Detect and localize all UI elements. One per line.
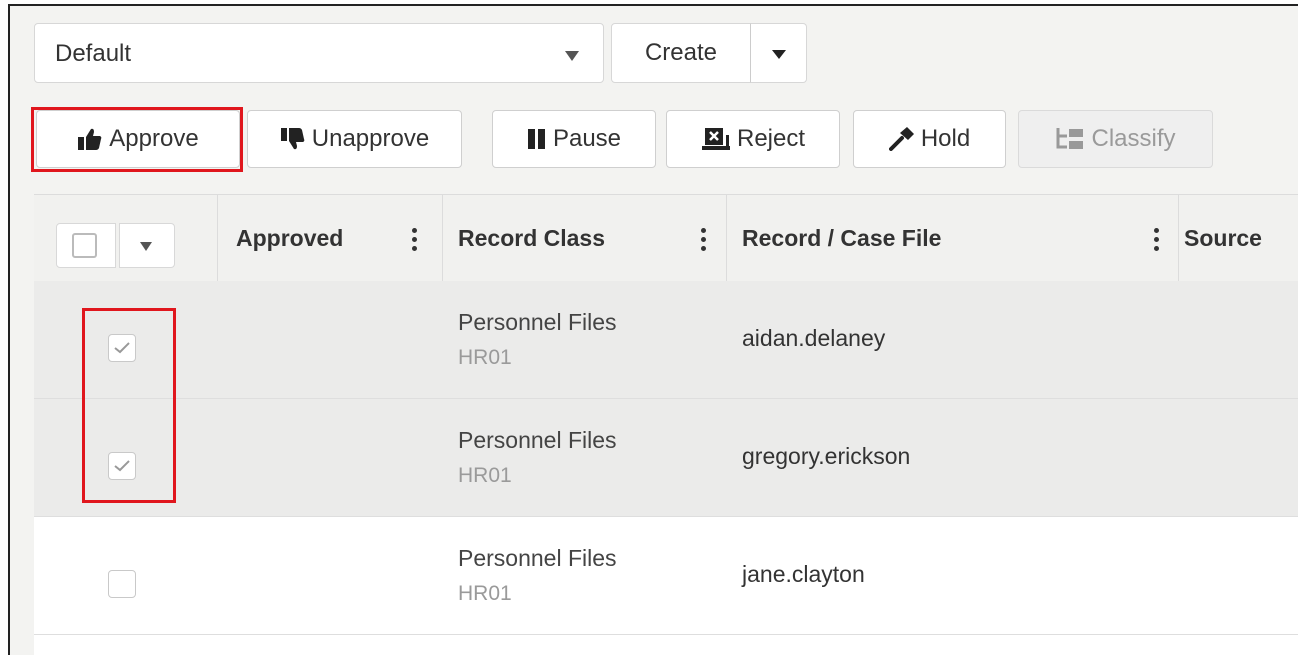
column-record-class-label: Record Class [458,224,606,251]
approve-highlight [31,107,243,172]
table-row[interactable]: Personnel Files HR01 gregory.erickson [34,399,1298,517]
record-class-code: HR01 [458,464,512,487]
gavel-icon [888,127,915,151]
records-panel: Default Create Approve Unapprove Pause R… [8,4,1298,655]
classify-label: Classify [1091,125,1176,152]
create-button[interactable]: Create [611,23,751,83]
view-select-value: Default [55,40,132,67]
caret-down-icon [140,242,152,251]
column-record-class[interactable]: Record Class [458,195,605,281]
thumbs-down-icon [280,127,306,151]
checkbox-square-icon [72,233,97,258]
selection-highlight [82,308,176,503]
column-source-label: Source [1184,224,1262,251]
record-class-code: HR01 [458,582,512,605]
create-dropdown-button[interactable] [750,23,807,83]
column-approved-label: Approved [236,224,344,251]
select-all-dropdown[interactable] [119,223,175,268]
record-name[interactable]: aidan.delaney [742,325,885,352]
pause-label: Pause [552,125,622,152]
column-divider [1178,195,1179,281]
row-checkbox[interactable] [108,570,136,598]
reject-button[interactable]: Reject [666,110,840,168]
hold-label: Hold [920,125,971,152]
column-menu-icon[interactable] [412,228,417,255]
reject-label: Reject [736,125,806,152]
column-approved[interactable]: Approved [236,195,343,281]
select-all-checkbox[interactable] [56,223,116,268]
tree-icon [1055,127,1085,151]
column-menu-icon[interactable] [701,228,706,255]
record-name[interactable]: jane.clayton [742,561,865,588]
caret-down-icon [565,51,579,61]
hold-button[interactable]: Hold [853,110,1006,168]
table-row [34,635,1298,655]
table-header: Approved Record Class Record / Case File… [34,194,1298,282]
record-class: Personnel Files [458,545,617,571]
column-divider [217,195,218,281]
caret-down-icon [772,50,786,59]
record-class: Personnel Files [458,309,617,335]
record-class: Personnel Files [458,427,617,453]
record-class-code: HR01 [458,346,512,369]
reject-box-icon [701,127,731,151]
pause-button[interactable]: Pause [492,110,656,168]
column-divider [442,195,443,281]
column-source[interactable]: Source [1184,195,1262,281]
record-name[interactable]: gregory.erickson [742,443,910,470]
unapprove-label: Unapprove [311,125,430,152]
view-select[interactable]: Default [34,23,604,83]
column-record-case-file[interactable]: Record / Case File [742,195,941,281]
unapprove-button[interactable]: Unapprove [247,110,462,168]
column-menu-icon[interactable] [1154,228,1159,255]
pause-icon [527,128,547,150]
column-record-case-file-label: Record / Case File [742,224,942,251]
table-row[interactable]: Personnel Files HR01 aidan.delaney [34,281,1298,399]
table-row[interactable]: Personnel Files HR01 jane.clayton [34,517,1298,635]
column-divider [726,195,727,281]
classify-button[interactable]: Classify [1018,110,1213,168]
